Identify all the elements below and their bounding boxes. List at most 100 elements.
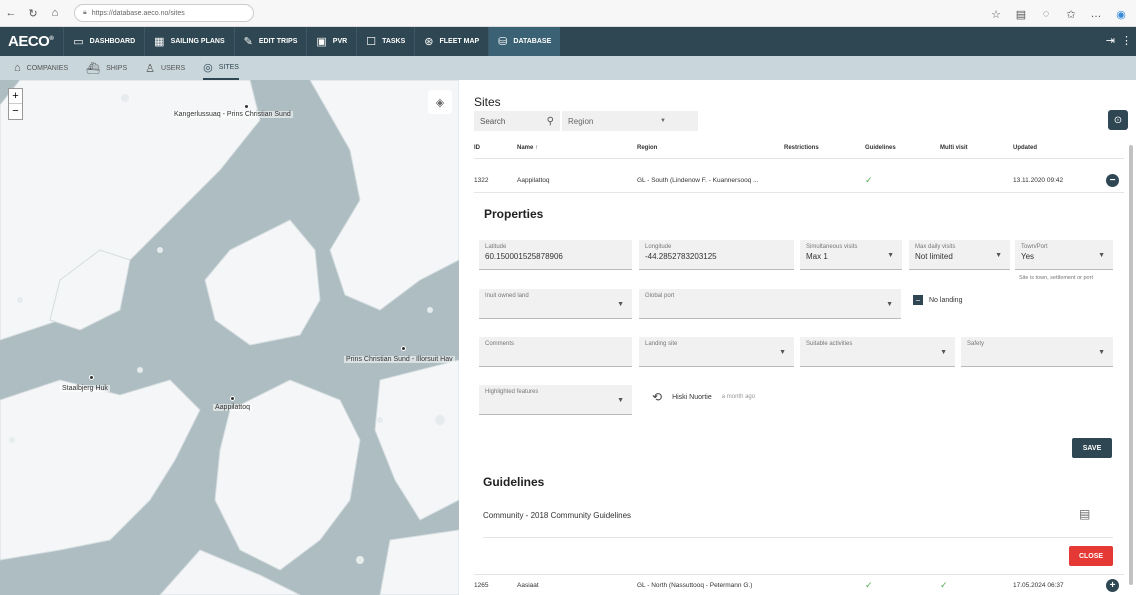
field-value: 60.150001525878906 xyxy=(485,252,563,261)
field-label: Suitable activities xyxy=(806,341,853,347)
building-icon: ⌂ xyxy=(14,62,21,74)
cell-region: GL - North (Nassuttooq - Petermann G.) xyxy=(637,581,753,589)
star-icon[interactable]: ☆ xyxy=(985,3,1007,25)
column-header[interactable]: Guidelines xyxy=(865,145,940,151)
nav-database[interactable]: ⛁ DATABASE xyxy=(488,27,561,56)
history-time: a month ago xyxy=(721,394,756,400)
collapse-row-icon[interactable]: − xyxy=(1106,173,1119,187)
map-view[interactable]: + − ◈ Kangerlussuaq - Prins Christian Su… xyxy=(0,80,459,595)
zoom-in-button[interactable]: + xyxy=(9,89,22,104)
logout-icon[interactable]: ⇥ xyxy=(1106,34,1115,47)
document-icon[interactable]: ▤ xyxy=(1079,507,1090,521)
map-label: Staalbjerg Huk xyxy=(60,385,110,392)
search-input[interactable]: Search ⚲ xyxy=(474,111,560,131)
reading-icon[interactable]: ▤ xyxy=(1010,3,1032,25)
latitude-field[interactable]: Latitude 60.150001525878906 xyxy=(479,240,632,270)
chevron-down-icon: ▼ xyxy=(1098,349,1105,356)
site-marker[interactable] xyxy=(89,375,94,380)
aeco-logo[interactable]: AECO® xyxy=(0,33,63,50)
max-daily-visits-select[interactable]: Max daily visits Not limited ▼ xyxy=(909,240,1010,270)
more-icon[interactable]: … xyxy=(1085,3,1107,25)
history-icon[interactable]: ⟲ xyxy=(652,390,662,404)
column-header[interactable]: Multi visit xyxy=(940,145,1013,151)
nav-fleet-map[interactable]: ⊛ FLEET MAP xyxy=(414,27,488,56)
site-marker[interactable] xyxy=(401,346,406,351)
field-label: Inuit owned land xyxy=(485,293,529,299)
region-select[interactable]: Region ▼ xyxy=(562,111,698,131)
tab-label: COMPANIES xyxy=(26,64,69,72)
no-landing-checkbox[interactable]: − No landing xyxy=(913,295,962,305)
history-user: Hiski Nuortie xyxy=(672,393,712,401)
inuit-owned-land-select[interactable]: Inuit owned land ▼ xyxy=(479,289,632,319)
highlighted-features-select[interactable]: Highlighted features ▼ xyxy=(479,385,632,415)
guideline-item[interactable]: Community - 2018 Community Guidelines xyxy=(483,511,631,520)
tab-users[interactable]: ♙ USERS xyxy=(145,56,185,80)
logo-mark: ® xyxy=(49,36,54,42)
refresh-alt-icon[interactable]: ◌ xyxy=(1035,3,1057,25)
page-title: Sites xyxy=(474,95,501,109)
save-button[interactable]: SAVE xyxy=(1072,438,1112,458)
town-port-select[interactable]: Town/Port Yes ▼ xyxy=(1015,240,1113,270)
chevron-down-icon: ▼ xyxy=(1098,252,1105,259)
table-row[interactable]: 1265 Aasiaat GL - North (Nassuttooq - Pe… xyxy=(474,575,1124,595)
column-header[interactable]: Name ↑ xyxy=(517,145,637,151)
table-row[interactable]: 1322 Aappilattoq GL - South (Lindenow F.… xyxy=(474,169,1124,191)
longitude-field[interactable]: Longitude -44.2852783203125 xyxy=(639,240,794,270)
nav-pvr[interactable]: ▣ PVR xyxy=(306,27,356,56)
region-placeholder: Region xyxy=(568,116,594,126)
guidelines-title: Guidelines xyxy=(483,475,545,489)
landing-site-select[interactable]: Landing site ▼ xyxy=(639,337,794,367)
cell-updated: 13.11.2020 09:42 xyxy=(1013,176,1064,184)
lock-icon: 🔒︎ xyxy=(83,9,87,16)
sites-panel: Sites Search ⚲ Region ▼ ⊙ ID Name ↑ Regi… xyxy=(459,80,1136,595)
nav-label: TASKS xyxy=(382,38,406,45)
column-header[interactable]: Updated xyxy=(1013,145,1106,151)
tab-sites[interactable]: ◎ SITES xyxy=(203,56,239,80)
refresh-icon[interactable]: ↻ xyxy=(22,2,44,24)
nav-label: EDIT TRIPS xyxy=(258,38,298,45)
field-value: Max 1 xyxy=(806,252,828,261)
divider xyxy=(474,158,1124,159)
column-header[interactable]: ID xyxy=(474,145,517,151)
nav-edit-trips[interactable]: ✎ EDIT TRIPS xyxy=(233,27,307,56)
comments-field[interactable]: Comments xyxy=(479,337,632,367)
address-bar[interactable]: 🔒︎ https://database.aeco.no/sites xyxy=(74,4,254,22)
back-icon[interactable]: ← xyxy=(0,2,22,24)
simultaneous-visits-select[interactable]: Simultaneous visits Max 1 ▼ xyxy=(800,240,902,270)
global-port-select[interactable]: Global port ▼ xyxy=(639,289,901,319)
layers-button[interactable]: ◈ xyxy=(428,90,452,114)
expand-row-icon[interactable]: + xyxy=(1106,578,1119,592)
check-icon: ✓ xyxy=(940,579,948,590)
map-label: Kangerlussuaq - Prins Christian Sund xyxy=(172,111,293,118)
tab-ships[interactable]: ⛴ SHIPS xyxy=(86,56,127,80)
scrollbar[interactable] xyxy=(1129,145,1133,585)
tab-label: SHIPS xyxy=(106,64,128,72)
check-icon: ✓ xyxy=(865,579,873,590)
search-label: Search xyxy=(480,116,506,126)
tab-companies[interactable]: ⌂ COMPANIES xyxy=(14,56,68,80)
field-label: Global port xyxy=(645,293,675,299)
edge-icon[interactable]: ◉ xyxy=(1110,3,1132,25)
suitable-activities-select[interactable]: Suitable activities ▼ xyxy=(800,337,955,367)
zoom-control: + − xyxy=(8,88,23,120)
site-marker[interactable] xyxy=(244,104,249,109)
safety-select[interactable]: Safety ▼ xyxy=(961,337,1113,367)
home-icon[interactable]: ⌂ xyxy=(44,2,66,24)
nav-dashboard[interactable]: ▭ DASHBOARD xyxy=(63,27,144,56)
field-value: Not limited xyxy=(915,252,953,261)
add-site-button[interactable]: ⊙ xyxy=(1108,110,1128,130)
cell-name: Aasiaat xyxy=(517,581,539,589)
chevron-down-icon: ▼ xyxy=(660,118,666,124)
more-vert-icon[interactable]: ⋮ xyxy=(1121,34,1132,47)
favorites-icon[interactable]: ✩ xyxy=(1060,3,1082,25)
column-header[interactable]: Region xyxy=(637,145,784,151)
field-value: -44.2852783203125 xyxy=(645,252,717,261)
nav-sailing-plans[interactable]: ▦ SAILING PLANS xyxy=(144,27,233,56)
zoom-out-button[interactable]: − xyxy=(9,104,22,119)
chevron-down-icon: ▼ xyxy=(617,301,624,308)
column-header[interactable]: Restrictions xyxy=(784,145,865,151)
nav-tasks[interactable]: ☐ TASKS xyxy=(356,27,414,56)
site-marker[interactable] xyxy=(230,396,235,401)
edit-history: ⟲ Hiski Nuortie a month ago xyxy=(652,390,755,404)
close-button[interactable]: CLOSE xyxy=(1069,546,1113,566)
